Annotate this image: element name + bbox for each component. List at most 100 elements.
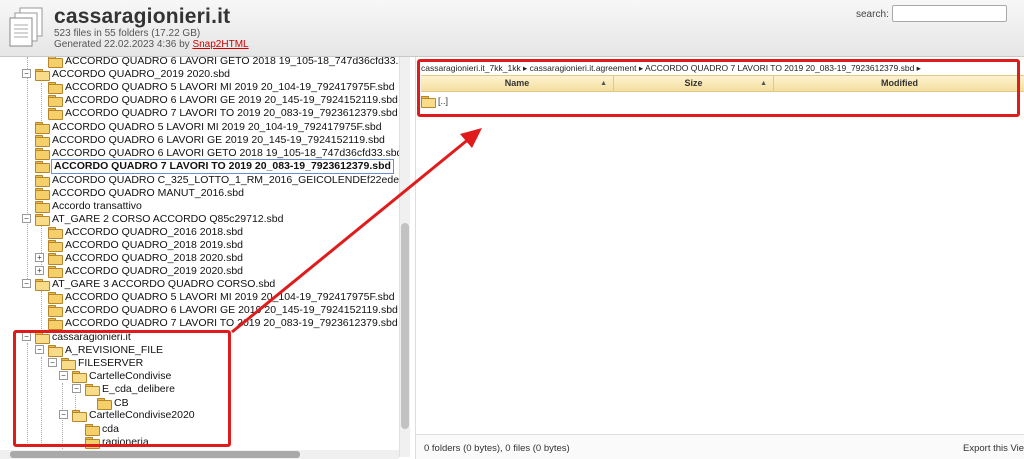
tree-item[interactable]: ragioneria	[85, 436, 149, 449]
tree-item-label: ACCORDO QUADRO 5 LAVORI MI 2019 20_104-1…	[65, 81, 395, 93]
search-label: search:	[856, 9, 889, 20]
folder-icon	[97, 398, 112, 410]
folder-icon	[35, 148, 50, 160]
tree-item[interactable]: AT_GARE 2 CORSO ACCORDO Q85c29712.sbd	[35, 213, 283, 226]
tree-item-selected[interactable]: ACCORDO QUADRO 7 LAVORI TO 2019 20_083-1…	[35, 159, 394, 174]
parent-folder-label: [..]	[438, 96, 449, 106]
file-list-header: Name ▲ Size ▲ Modified	[421, 75, 1024, 92]
collapse-toggle[interactable]: −	[48, 358, 57, 367]
column-modified-header[interactable]: Modified	[774, 76, 1024, 91]
collapse-toggle[interactable]: −	[59, 371, 68, 380]
tree-item[interactable]: ACCORDO QUADRO 6 LAVORI GETO 2018 19_105…	[35, 147, 402, 160]
tree-item-label: ACCORDO QUADRO 7 LAVORI TO 2019 20_083-1…	[65, 107, 398, 119]
column-name-header[interactable]: Name ▲	[421, 76, 614, 91]
folder-icon	[85, 437, 100, 449]
tree-item[interactable]: ACCORDO QUADRO MANUT_2016.sbd	[35, 187, 244, 200]
tree-item-label: ACCORDO QUADRO_2016 2018.sbd	[65, 226, 243, 238]
tree-item[interactable]: ACCORDO QUADRO_2019 2020.sbd	[35, 68, 230, 81]
tree-item[interactable]: CartelleCondivise	[72, 370, 171, 383]
tree-item-label: cassaragionieri.it	[52, 331, 131, 343]
column-label: Name	[504, 78, 530, 88]
tree-vertical-scrollbar[interactable]	[399, 57, 410, 457]
tree-item[interactable]: E_cda_delibere	[85, 383, 175, 396]
tree-item[interactable]: ACCORDO QUADRO 6 LAVORI GETO 2018 19_105…	[48, 57, 410, 68]
collapse-toggle[interactable]: −	[72, 384, 81, 393]
tree-item[interactable]: ACCORDO QUADRO 6 LAVORI GE 2019 20_145-1…	[48, 94, 398, 107]
folder-open-icon	[85, 384, 100, 396]
folder-icon	[48, 57, 63, 68]
folder-icon	[48, 240, 63, 252]
folder-icon	[48, 95, 63, 107]
folder-icon	[48, 82, 63, 94]
collapse-toggle[interactable]: −	[22, 279, 31, 288]
tree-guide-line	[41, 357, 42, 447]
tree-item[interactable]: ACCORDO QUADRO 6 LAVORI GE 2019 20_145-1…	[35, 134, 385, 147]
scrollbar-thumb[interactable]	[10, 451, 300, 458]
tree-item-label: ACCORDO QUADRO C_325_LOTTO_1_RM_2016_GEI…	[52, 174, 410, 186]
tree-item[interactable]: A_REVISIONE_FILE	[48, 344, 163, 357]
tree-item-label: Accordo transattivo	[52, 200, 142, 212]
folder-icon	[48, 108, 63, 120]
tree-item-label: ACCORDO QUADRO 6 LAVORI GETO 2018 19_105…	[52, 147, 403, 159]
tree-item-label: AT_GARE 3 ACCORDO QUADRO CORSO.sbd	[52, 278, 276, 290]
collapse-toggle[interactable]: −	[22, 332, 31, 341]
tree-item[interactable]: ACCORDO QUADRO 7 LAVORI TO 2019 20_083-1…	[48, 317, 398, 330]
tree-item[interactable]: ACCORDO QUADRO_2018 2019.sbd	[48, 239, 243, 252]
tree-item[interactable]: ACCORDO QUADRO C_325_LOTTO_1_RM_2016_GEI…	[35, 174, 410, 187]
tree-item-label: ACCORDO QUADRO_2019 2020.sbd	[52, 68, 230, 80]
tree-item-label: ACCORDO QUADRO 6 LAVORI GETO 2018 19_105…	[65, 57, 410, 67]
tree-item[interactable]: ACCORDO QUADRO_2016 2018.sbd	[48, 226, 243, 239]
collapse-toggle[interactable]: −	[59, 410, 68, 419]
folder-icon	[85, 424, 100, 436]
folder-open-icon	[48, 345, 63, 357]
file-list-panel: cassaragionieri.it_7kk_1kk ▸ cassaragion…	[415, 57, 1024, 459]
snap2html-link[interactable]: Snap2HTML	[192, 39, 248, 50]
generated-text: Generated 22.02.2023 4:36 by	[54, 39, 193, 50]
tree-item[interactable]: ACCORDO QUADRO 5 LAVORI MI 2019 20_104-1…	[35, 121, 382, 134]
folder-open-icon	[35, 279, 50, 291]
tree-horizontal-scrollbar[interactable]	[0, 450, 399, 459]
tree-guide-line	[27, 57, 28, 287]
tree-item[interactable]: cassaragionieri.it	[35, 331, 131, 344]
tree-item[interactable]: ACCORDO QUADRO 5 LAVORI MI 2019 20_104-1…	[48, 291, 395, 304]
tree-item-label: ACCORDO QUADRO MANUT_2016.sbd	[52, 187, 244, 199]
tree-item-label: ACCORDO QUADRO_2018 2019.sbd	[65, 239, 243, 251]
tree-item[interactable]: cda	[85, 423, 119, 436]
tree-item[interactable]: ACCORDO QUADRO_2019 2020.sbd	[48, 265, 243, 278]
folder-open-icon	[35, 69, 50, 81]
folder-open-icon	[35, 214, 50, 226]
tree-item[interactable]: FILESERVER	[61, 357, 143, 370]
parent-folder-row[interactable]: [..]	[421, 94, 1024, 108]
tree-item-label: ACCORDO QUADRO 6 LAVORI GE 2019 20_145-1…	[65, 94, 398, 106]
tree-item-label: A_REVISIONE_FILE	[65, 344, 164, 356]
column-label: Size	[684, 78, 703, 88]
tree-item[interactable]: ACCORDO QUADRO 6 LAVORI GE 2019 20_145-1…	[48, 304, 398, 317]
column-size-header[interactable]: Size ▲	[614, 76, 774, 91]
breadcrumb[interactable]: cassaragionieri.it_7kk_1kk ▸ cassaragion…	[421, 63, 921, 74]
folder-open-icon	[72, 410, 87, 422]
tree-item-label: E_cda_delibere	[102, 383, 175, 395]
tree-item[interactable]: ACCORDO QUADRO_2018 2020.sbd	[48, 252, 243, 265]
tree-item[interactable]: ACCORDO QUADRO 7 LAVORI TO 2019 20_083-1…	[48, 107, 398, 120]
tree-guide-line	[41, 291, 42, 331]
file-count-info: 523 files in 55 folders (17.22 GB)	[54, 28, 201, 39]
folder-icon	[48, 253, 63, 265]
collapse-toggle[interactable]: −	[22, 214, 31, 223]
tree-item-label: CartelleCondivise	[89, 370, 172, 382]
search-input[interactable]	[892, 5, 1007, 22]
export-view-link[interactable]: Export this Vie	[963, 443, 1024, 454]
tree-item[interactable]: AT_GARE 3 ACCORDO QUADRO CORSO.sbd	[35, 278, 275, 291]
column-label: Modified	[881, 78, 918, 88]
tree-item-label: ACCORDO QUADRO_2018 2020.sbd	[65, 252, 243, 264]
scrollbar-thumb[interactable]	[401, 223, 409, 429]
tree-item[interactable]: CartelleCondivise2020	[72, 409, 195, 422]
status-bar: 0 folders (0 bytes), 0 files (0 bytes) E…	[416, 434, 1024, 459]
folder-icon	[35, 188, 50, 200]
tree-item[interactable]: ACCORDO QUADRO 5 LAVORI MI 2019 20_104-1…	[48, 81, 395, 94]
expand-toggle[interactable]: +	[35, 253, 44, 262]
tree-item[interactable]: Accordo transattivo	[35, 200, 142, 213]
collapse-toggle[interactable]: −	[22, 69, 31, 78]
folder-open-icon	[35, 332, 50, 344]
collapse-toggle[interactable]: −	[35, 345, 44, 354]
expand-toggle[interactable]: +	[35, 266, 44, 275]
